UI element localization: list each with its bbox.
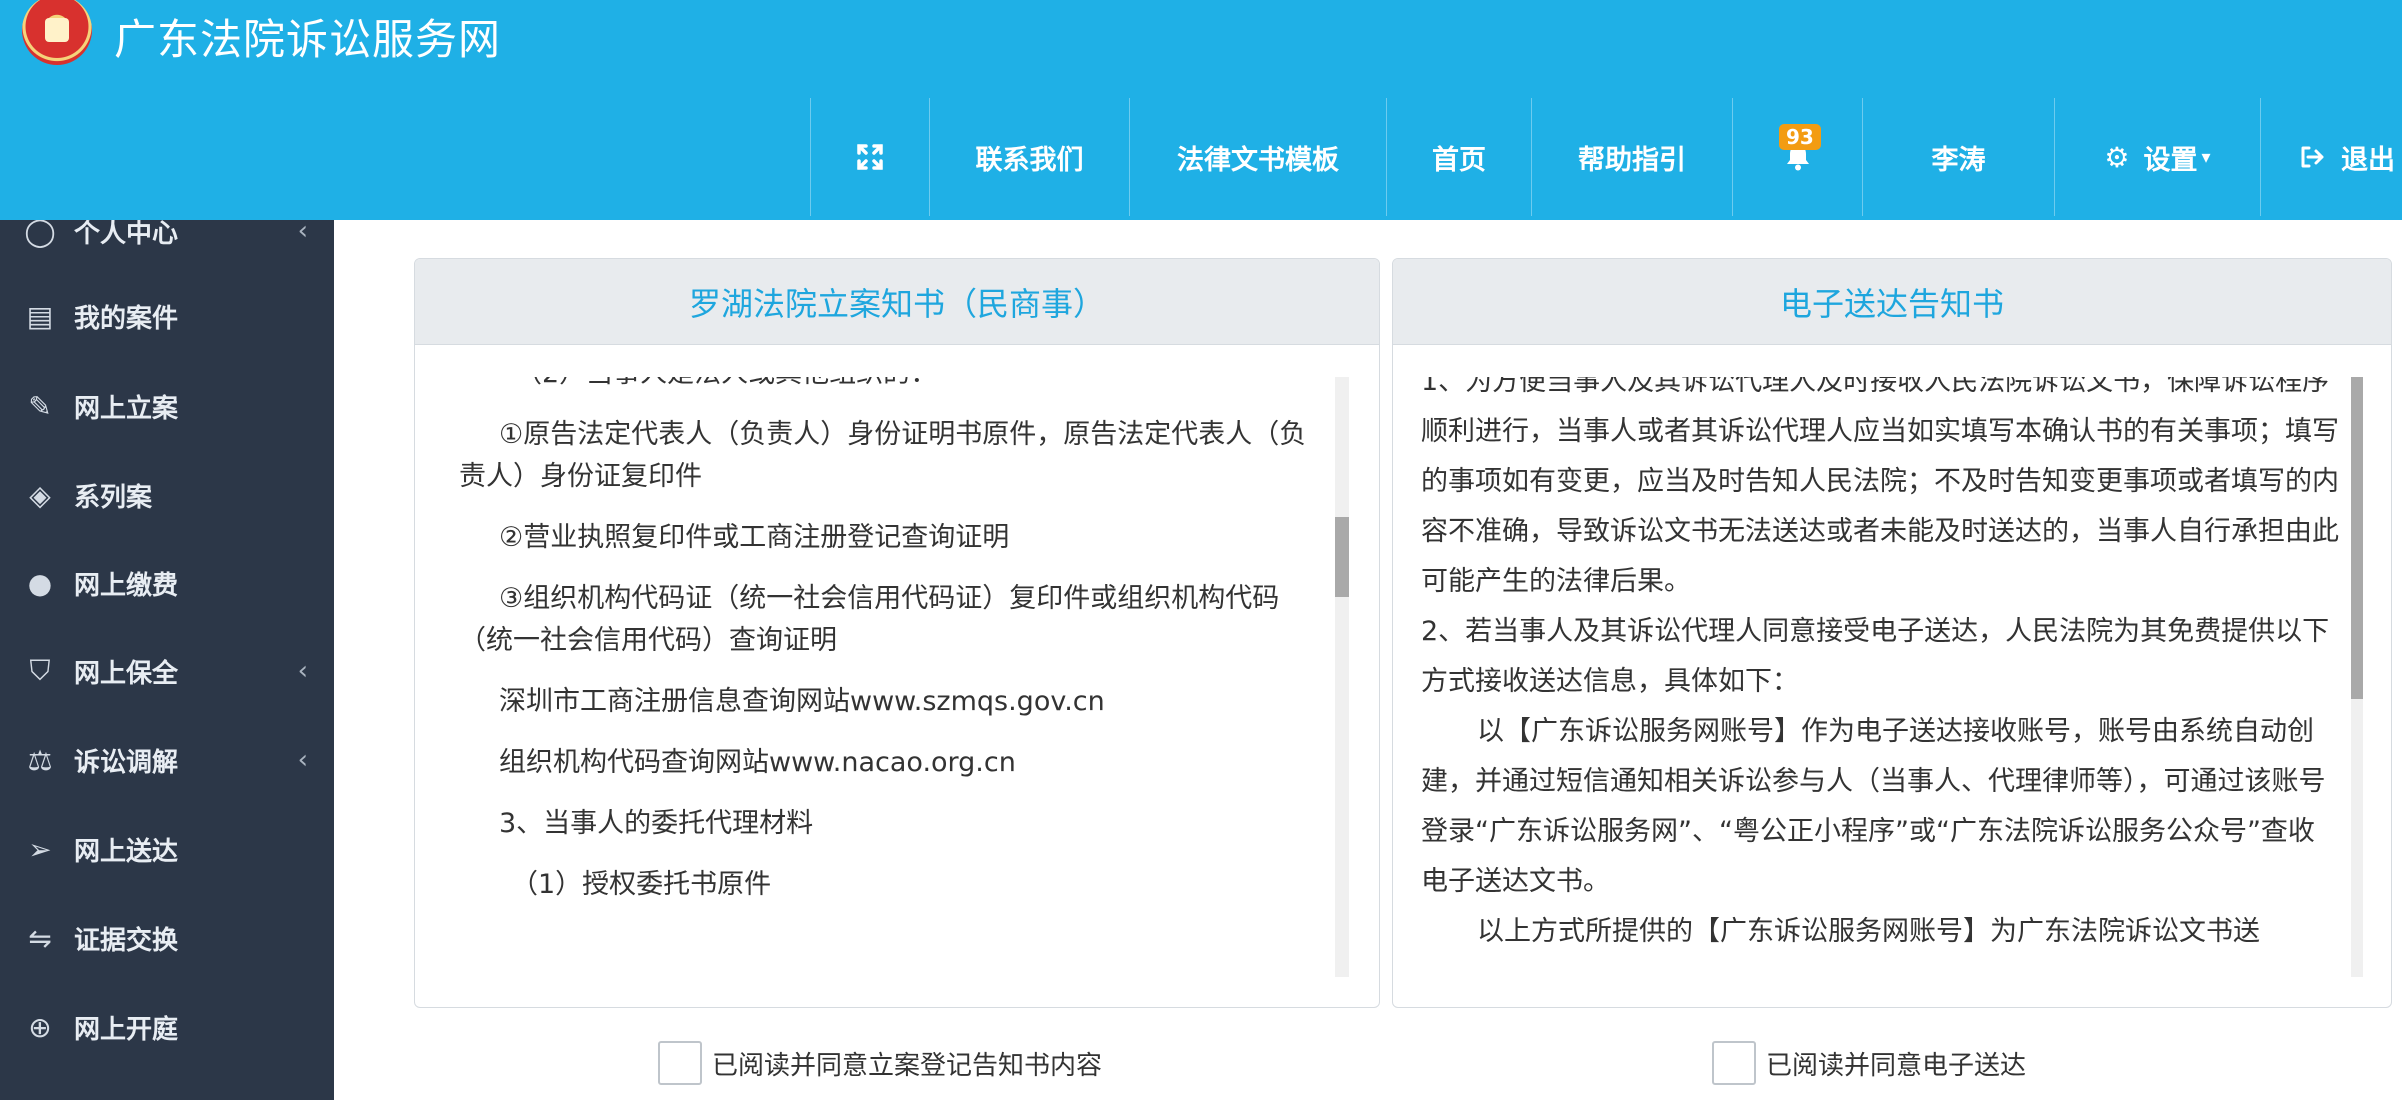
notice-paragraph: （1）授权委托书原件	[511, 869, 772, 900]
scrollbar-thumb[interactable]	[1335, 517, 1349, 597]
sidebar-item-my-cases[interactable]: ▤ 我的案件	[0, 272, 334, 360]
filing-notice-scrollbar[interactable]	[1335, 377, 1349, 977]
notice-paragraph: 3、当事人的委托代理材料	[499, 808, 814, 839]
notice-paragraph: ②营业执照复印件或工商注册登记查询证明	[499, 522, 1010, 553]
sidebar-item-label: 证据交换	[74, 925, 179, 956]
logout-label: 退出	[2341, 144, 2395, 176]
top-nav: 联系我们 法律文书模板 首页 帮助指引 93 李涛 ⚙ 设置 ▾ 退出	[810, 98, 2402, 216]
sidebar-item-label: 我的案件	[74, 303, 179, 334]
brand[interactable]: 广东法院诉讼服务网	[22, 0, 501, 72]
notification-count-badge: 93	[1779, 124, 1821, 150]
notice-paragraph: 1、为方便当事人及其诉讼代理人及时接收人民法院诉讼文书，保障诉讼程序顺利进行，当…	[1421, 377, 2339, 597]
caret-down-icon: ▾	[2201, 146, 2211, 168]
sidebar-item-label: 诉讼调解	[74, 747, 179, 778]
exchange-icon: ⇋	[28, 921, 52, 955]
nav-contact-us[interactable]: 联系我们	[929, 98, 1129, 216]
e-service-notice-scrollbar[interactable]	[2351, 377, 2363, 977]
main-content: 罗湖法院立案知书（民商事） （2）当事人是法人或其他组织的： ①原告法定代表人（…	[334, 220, 2402, 1100]
site-title: 广东法院诉讼服务网	[114, 14, 502, 64]
notifications-button[interactable]: 93	[1732, 98, 1862, 216]
nav-help-guide[interactable]: 帮助指引	[1531, 98, 1732, 216]
panel-title: 罗湖法院立案知书（民商事）	[415, 259, 1379, 345]
notice-paragraph: ③组织机构代码证（统一社会信用代码证）复印件或组织机构代码（统一社会信用代码）查…	[459, 583, 1280, 656]
filing-notice-panel: 罗湖法院立案知书（民商事） （2）当事人是法人或其他组织的： ①原告法定代表人（…	[414, 258, 1380, 1008]
panel-title: 电子送达告知书	[1393, 259, 2391, 345]
paper-plane-icon: ➢	[28, 832, 52, 866]
sidebar-item-online-service[interactable]: ➢ 网上送达	[0, 805, 334, 893]
sidebar-item-label: 网上立案	[74, 393, 179, 424]
sidebar-item-online-payment[interactable]: ● 网上缴费	[0, 539, 334, 627]
sidebar-item-online-filing[interactable]: ✎ 网上立案	[0, 362, 334, 450]
shield-icon: ⛉	[29, 654, 51, 687]
user-name[interactable]: 李涛	[1862, 98, 2054, 216]
chevron-left-icon: ‹	[297, 745, 308, 775]
notice-paragraph: （2）当事人是法人或其他组织的：	[459, 377, 1323, 395]
sidebar-item-online-hearing[interactable]: ⊕ 网上开庭	[0, 983, 334, 1071]
sidebar-item-evidence-exchange[interactable]: ⇋ 证据交换	[0, 894, 334, 982]
chevron-left-icon: ‹	[297, 656, 308, 686]
document-icon: ▤	[26, 299, 54, 333]
payment-icon: ●	[27, 566, 53, 600]
layers-icon: ◈	[29, 478, 51, 512]
notice-paragraph: 以【广东诉讼服务网账号】作为电子送达接收账号，账号由系统自动创建，并通过短信通知…	[1421, 716, 2326, 897]
top-header: 广东法院诉讼服务网 联系我们 法律文书模板 首页 帮助指引 93 李涛 ⚙ 设置…	[0, 0, 2402, 220]
expand-icon	[857, 144, 883, 170]
notice-paragraph: ①原告法定代表人（负责人）身份证明书原件，原告法定代表人（负责人）身份证复印件	[459, 419, 1307, 492]
agree-e-service-checkbox[interactable]	[1712, 1041, 1756, 1085]
agree-e-service-label: 已阅读并同意电子送达	[1766, 1050, 2027, 1081]
sidebar-item-label: 系列案	[74, 482, 153, 513]
edit-icon: ✎	[28, 389, 52, 423]
sign-out-icon	[2301, 146, 2324, 168]
agree-filing-notice-label: 已阅读并同意立案登记告知书内容	[712, 1050, 1103, 1081]
mediation-icon: ⚖	[27, 743, 53, 777]
nav-legal-templates[interactable]: 法律文书模板	[1129, 98, 1386, 216]
logout-button[interactable]: 退出	[2260, 98, 2402, 216]
settings-dropdown[interactable]: ⚙ 设置 ▾	[2054, 98, 2260, 216]
notice-paragraph: 以上方式所提供的【广东诉讼服务网账号】为广东法院诉讼文书送	[1477, 916, 2260, 947]
agree-e-service-row[interactable]: 已阅读并同意电子送达	[1712, 1040, 2026, 1086]
scrollbar-thumb[interactable]	[2351, 377, 2363, 699]
sidebar-item-label: 网上缴费	[74, 570, 179, 601]
chevron-left-icon: ‹	[297, 216, 308, 246]
notice-paragraph: 组织机构代码查询网站www.nacao.org.cn	[499, 747, 1016, 778]
filing-notice-scroll-area[interactable]: （2）当事人是法人或其他组织的： ①原告法定代表人（负责人）身份证明书原件，原告…	[415, 377, 1379, 977]
fullscreen-button[interactable]	[810, 98, 929, 216]
sidebar-item-label: 网上送达	[74, 836, 179, 867]
sidebar-item-series-cases[interactable]: ◈ 系列案	[0, 451, 334, 539]
sidebar-item-online-preservation[interactable]: ⛉ 网上保全 ‹	[0, 627, 334, 715]
settings-label: 设置	[2143, 144, 2198, 176]
notice-paragraph: 2、若当事人及其诉讼代理人同意接受电子送达，人民法院为其免费提供以下方式接收送达…	[1421, 616, 2330, 697]
sidebar-item-label: 网上开庭	[74, 1014, 179, 1045]
sidebar: ◯ 个人中心 ‹ ▤ 我的案件 ✎ 网上立案 ◈ 系列案 ● 网上缴费 ⛉ 网上…	[0, 215, 334, 1100]
court-emblem-icon	[22, 0, 92, 65]
nav-home[interactable]: 首页	[1386, 98, 1531, 216]
e-service-notice-scroll-area[interactable]: 1、为方便当事人及其诉讼代理人及时接收人民法院诉讼文书，保障诉讼程序顺利进行，当…	[1393, 377, 2391, 977]
sidebar-item-litigation-mediation[interactable]: ⚖ 诉讼调解 ‹	[0, 716, 334, 804]
gear-icon: ⚙	[2104, 140, 2130, 174]
sidebar-item-label: 网上保全	[74, 658, 179, 689]
notice-paragraph: 深圳市工商注册信息查询网站www.szmqs.gov.cn	[499, 686, 1105, 717]
agree-filing-notice-checkbox[interactable]	[658, 1041, 702, 1085]
agree-filing-notice-row[interactable]: 已阅读并同意立案登记告知书内容	[658, 1040, 1102, 1086]
globe-icon: ⊕	[28, 1010, 52, 1044]
e-service-notice-panel: 电子送达告知书 1、为方便当事人及其诉讼代理人及时接收人民法院诉讼文书，保障诉讼…	[1392, 258, 2392, 1008]
